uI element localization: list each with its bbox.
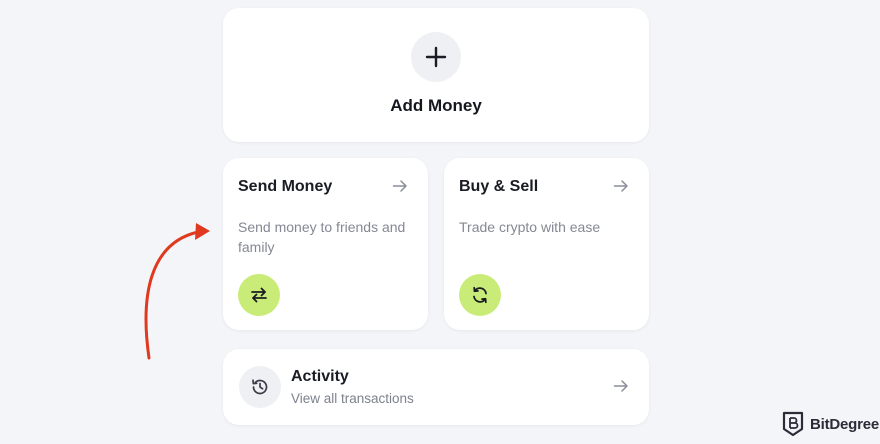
swap-arrows-icon [238, 274, 280, 316]
arrow-right-icon [392, 180, 407, 192]
bitdegree-watermark: BitDegree [781, 410, 879, 438]
send-money-description: Send money to friends and family [238, 219, 406, 255]
buy-sell-card[interactable]: Buy & Sell Trade crypto with ease [444, 158, 649, 330]
refresh-icon [459, 274, 501, 316]
history-icon [239, 366, 281, 408]
activity-subtitle: View all transactions [291, 391, 414, 406]
send-money-card[interactable]: Send Money Send money to friends and fam… [223, 158, 428, 330]
buy-sell-title: Buy & Sell [459, 178, 539, 195]
annotation-arrow [144, 223, 210, 360]
brand-name: BitDegree [810, 415, 880, 433]
send-money-title: Send Money [238, 178, 333, 195]
add-money-label: Add Money [390, 96, 482, 115]
arrow-right-icon [613, 380, 628, 392]
add-money-button[interactable]: Add Money [223, 8, 649, 142]
bitdegree-logo-icon [782, 411, 804, 437]
activity-button[interactable]: Activity View all transactions [223, 349, 649, 425]
arrow-right-icon [613, 180, 628, 192]
activity-title: Activity [291, 368, 349, 385]
buy-sell-description: Trade crypto with ease [459, 219, 601, 235]
plus-icon [411, 32, 461, 82]
